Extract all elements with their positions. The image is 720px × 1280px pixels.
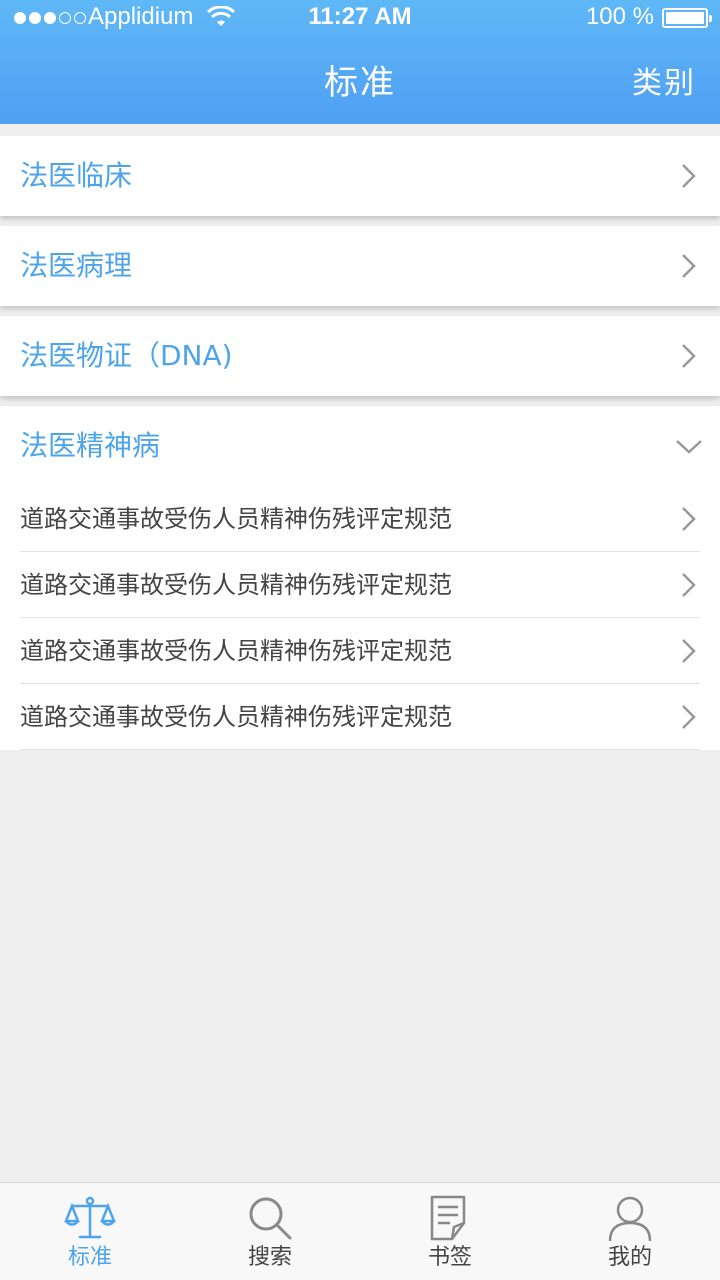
battery-percent: 100 % <box>585 3 654 30</box>
tab-bar: 标准 搜索 书签 我的 <box>0 1182 720 1280</box>
tab-label: 我的 <box>607 1245 652 1270</box>
tab-search[interactable]: 搜索 <box>180 1183 360 1280</box>
list-item[interactable]: 道路交通事故受伤人员精神伤残评定规范 <box>0 486 720 552</box>
list-item[interactable]: 道路交通事故受伤人员精神伤残评定规范 <box>0 618 720 684</box>
list-item-label: 道路交通事故受伤人员精神伤残评定规范 <box>20 703 452 731</box>
category-label: 法医物证（DNA) <box>20 339 233 372</box>
list-item-label: 道路交通事故受伤人员精神伤残评定规范 <box>20 571 452 599</box>
status-bar: Applidium 11:27 AM 100 % <box>0 0 720 34</box>
chevron-right-icon <box>682 344 696 368</box>
category-label: 法医病理 <box>20 249 133 282</box>
list-item[interactable]: 道路交通事故受伤人员精神伤残评定规范 <box>0 684 720 750</box>
tab-profile[interactable]: 我的 <box>540 1183 720 1280</box>
list-item-label: 道路交通事故受伤人员精神伤残评定规范 <box>20 637 452 665</box>
list-item[interactable]: 道路交通事故受伤人员精神伤残评定规范 <box>0 552 720 618</box>
user-icon <box>608 1196 652 1242</box>
category-row-expanded[interactable]: 法医精神病 <box>0 406 720 486</box>
category-row[interactable]: 法医物证（DNA) <box>0 316 720 396</box>
page-title: 标准 <box>324 63 396 103</box>
chevron-right-icon <box>682 254 696 278</box>
chevron-right-icon <box>682 639 696 663</box>
scale-icon <box>64 1196 116 1239</box>
battery-icon <box>662 8 712 28</box>
list-item-label: 道路交通事故受伤人员精神伤残评定规范 <box>20 505 452 533</box>
tab-bookmark[interactable]: 书签 <box>360 1183 540 1280</box>
header: Applidium 11:27 AM 100 % 标准 类别 <box>0 0 720 124</box>
search-icon <box>249 1197 292 1240</box>
chevron-right-icon <box>682 573 696 597</box>
tab-label: 搜索 <box>247 1245 292 1270</box>
bookmark-icon <box>430 1195 466 1241</box>
tab-standard[interactable]: 标准 <box>0 1183 180 1280</box>
chevron-right-icon <box>682 705 696 729</box>
category-label: 法医精神病 <box>20 429 161 462</box>
divider <box>20 749 700 750</box>
category-button[interactable]: 类别 <box>632 62 696 106</box>
tab-label: 标准 <box>67 1245 112 1270</box>
tab-label: 书签 <box>427 1245 472 1270</box>
category-row[interactable]: 法医病理 <box>0 226 720 306</box>
category-row[interactable]: 法医临床 <box>0 136 720 216</box>
chevron-right-icon <box>682 507 696 531</box>
category-label: 法医临床 <box>20 159 133 192</box>
chevron-down-icon <box>676 440 702 454</box>
chevron-right-icon <box>682 164 696 188</box>
